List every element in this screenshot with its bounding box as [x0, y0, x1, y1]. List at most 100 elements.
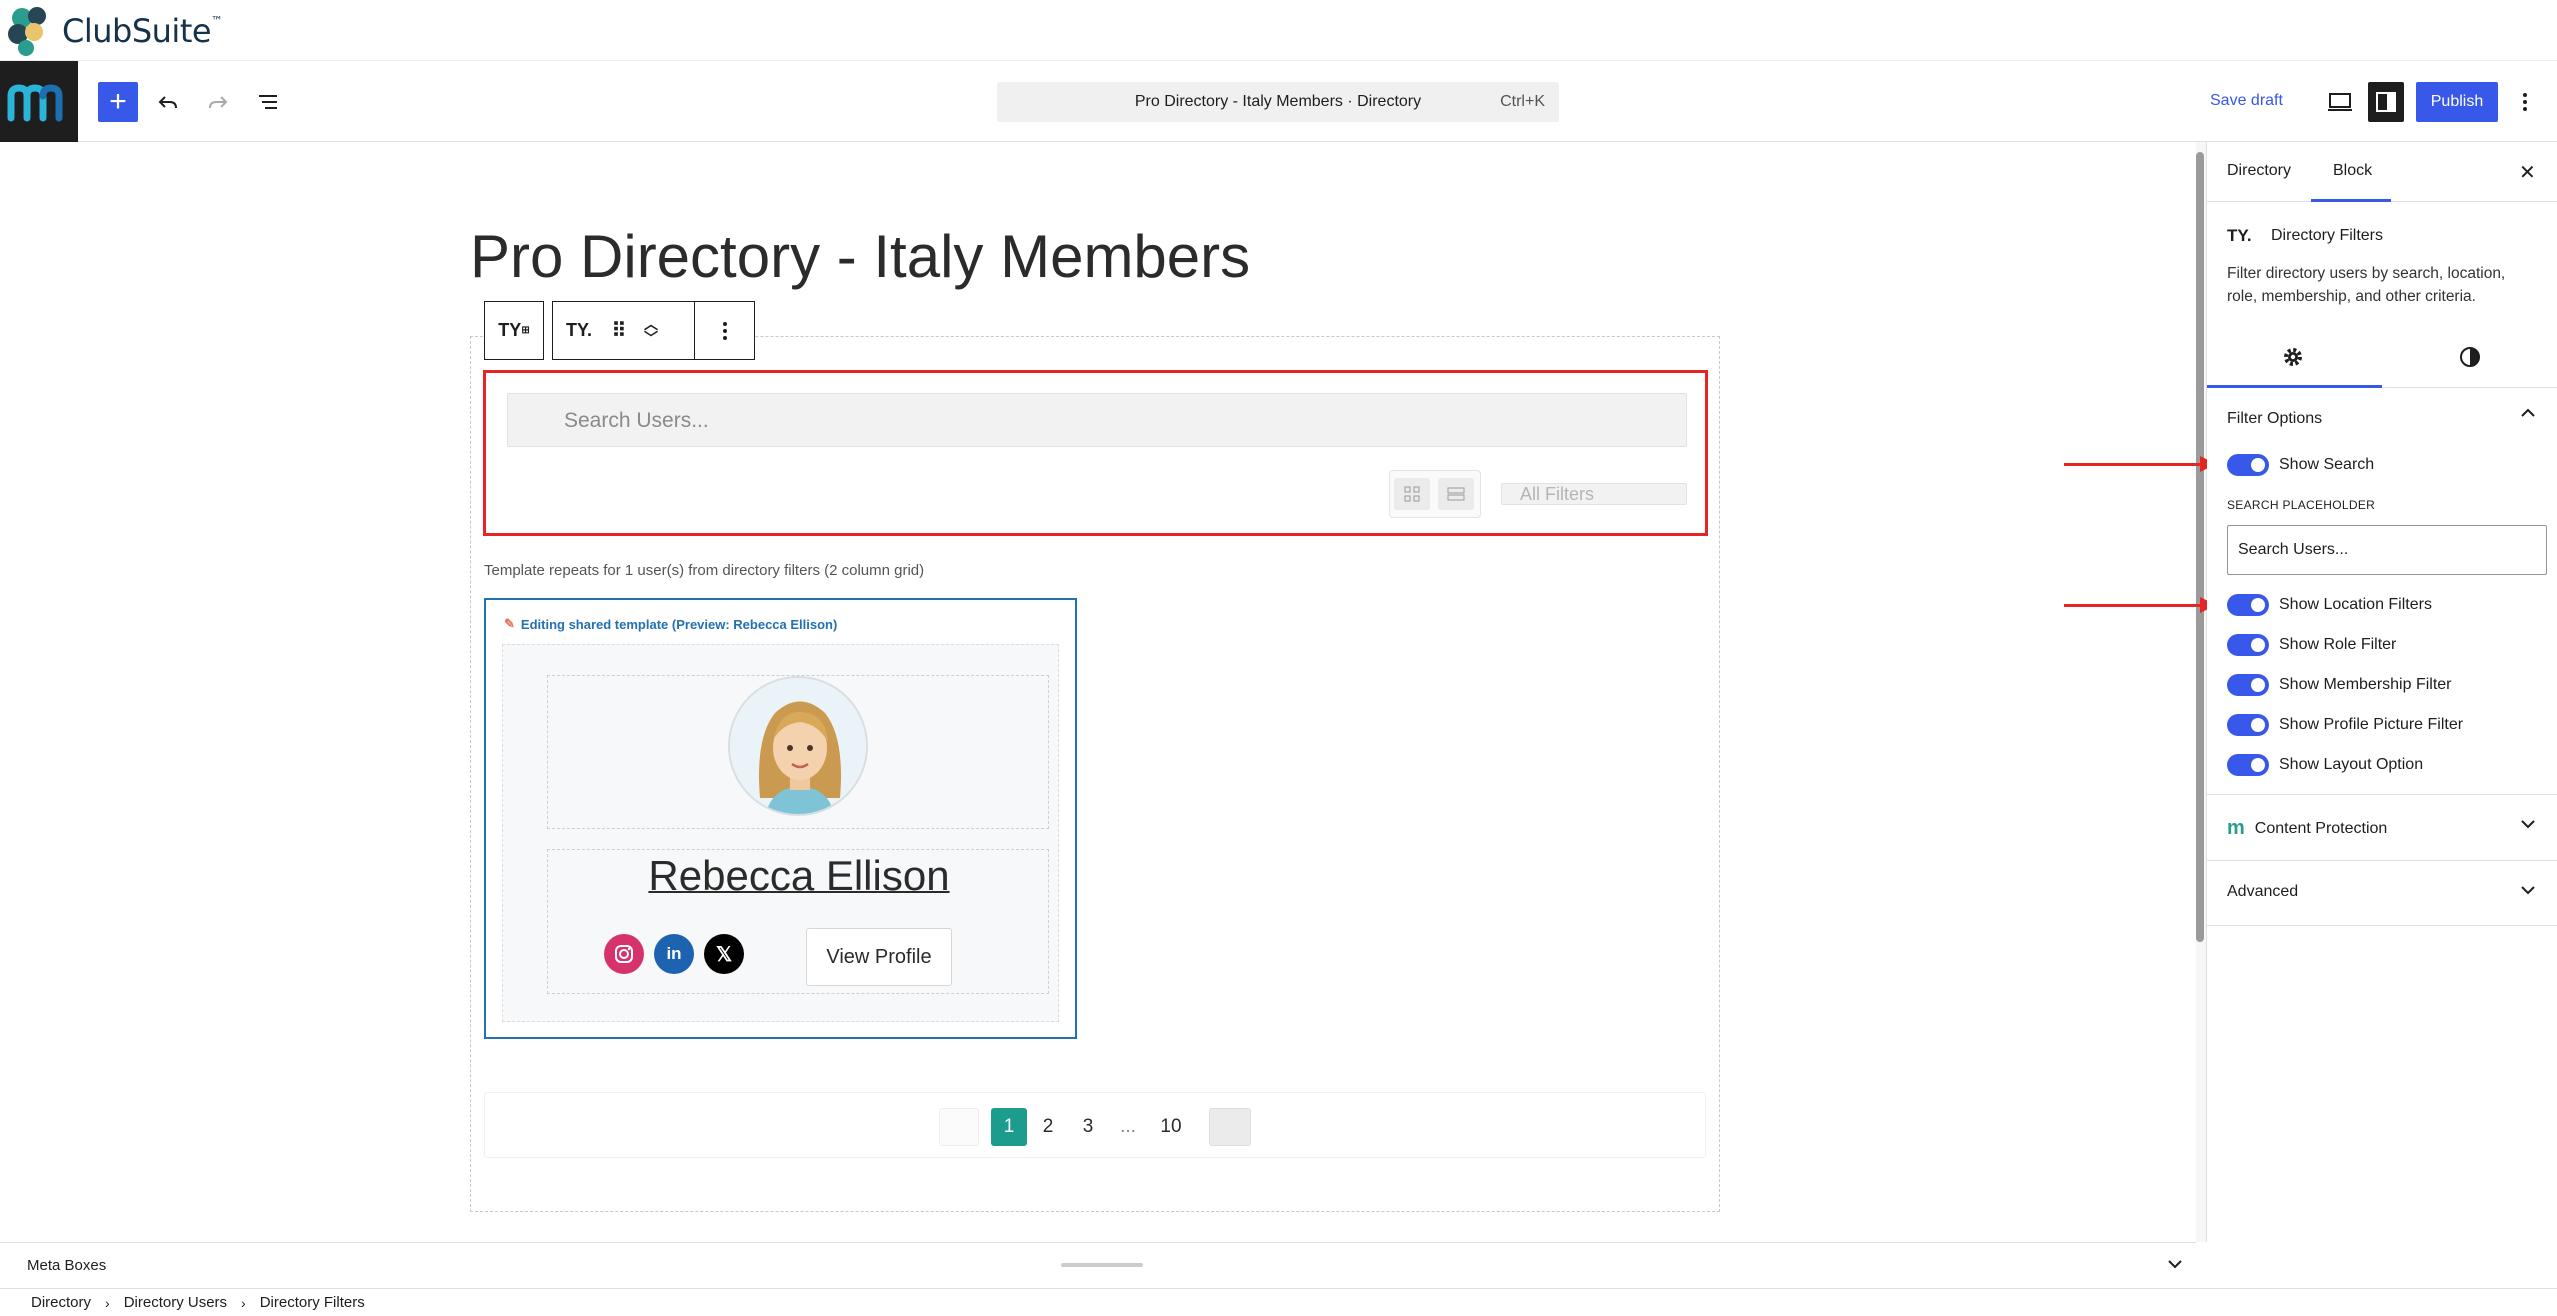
scrollbar-thumb[interactable]: [2196, 152, 2204, 942]
list-view-icon: [259, 95, 277, 109]
gear-icon[interactable]: [2282, 346, 2304, 373]
command-palette-bar[interactable]: Pro Directory - Italy Members · Director…: [997, 82, 1559, 122]
directory-filters-icon: TY.: [2227, 226, 2252, 245]
chevron-right-icon: ›: [105, 1294, 110, 1311]
page-2-button[interactable]: 2: [1033, 1108, 1063, 1146]
chevron-down-icon[interactable]: [2519, 815, 2537, 838]
document-title: Pro Directory - Italy Members · Director…: [1134, 93, 1422, 110]
close-icon[interactable]: ✕: [2519, 160, 2536, 185]
move-up-down-icon[interactable]: ︿ ﹀: [633, 302, 669, 359]
active-subtab-indicator: [2207, 385, 2382, 388]
page-3-button[interactable]: 3: [1073, 1108, 1103, 1146]
toggle-show-profile-picture-filter[interactable]: Show Profile Picture Filter: [2227, 714, 2463, 736]
settings-sidebar: Directory Block ✕ TY. Directory Filters …: [2207, 142, 2557, 1242]
search-placeholder-label: SEARCH PLACEHOLDER: [2227, 498, 2376, 512]
block-toolbar: TY ⊞ TY. ⠿ ︿ ﹀: [484, 301, 755, 360]
block-card-description: Filter directory users by search, locati…: [2227, 265, 2506, 305]
toggle-show-role-filter[interactable]: Show Role Filter: [2227, 634, 2396, 656]
block-inserter-button[interactable]: +: [98, 82, 138, 122]
editor-header: + Pro Directory - Italy Members · Direct…: [0, 61, 2557, 142]
toggle-switch[interactable]: [2227, 754, 2269, 776]
meta-boxes-panel[interactable]: Meta Boxes: [0, 1242, 2196, 1288]
block-options-button[interactable]: [695, 301, 755, 360]
sidebar-tabs: Directory Block ✕: [2207, 142, 2557, 202]
pencil-icon: ✎: [504, 616, 515, 631]
search-input[interactable]: Search Users...: [507, 393, 1687, 447]
toggle-switch[interactable]: [2227, 634, 2269, 656]
toggle-show-membership-filter[interactable]: Show Membership Filter: [2227, 674, 2452, 696]
sidebar-icon: [2376, 92, 2396, 112]
plus-icon: +: [109, 85, 127, 118]
tab-directory[interactable]: Directory: [2227, 162, 2291, 180]
member-info-block[interactable]: Rebecca Ellison in 𝕏 View Profile: [547, 849, 1049, 994]
avatar: [728, 676, 868, 816]
breadcrumb-item[interactable]: Directory: [31, 1294, 91, 1311]
page-1-button[interactable]: 1: [991, 1108, 1027, 1146]
member-name-link[interactable]: Rebecca Ellison: [548, 852, 1050, 900]
search-placeholder: Search Users...: [564, 409, 709, 432]
more-vertical-icon: [2523, 93, 2527, 111]
annotation-arrow: [2064, 597, 2216, 613]
preview-button[interactable]: [2320, 82, 2360, 122]
grid-layout-button[interactable]: [1394, 478, 1430, 510]
toggle-switch[interactable]: [2227, 594, 2269, 616]
redo-icon: [209, 96, 228, 109]
template-note: Template repeats for 1 user(s) from dire…: [484, 562, 925, 579]
next-page-button[interactable]: [1209, 1108, 1251, 1146]
template-inner: Rebecca Ellison in 𝕏 View Profile: [502, 644, 1059, 1022]
advanced-panel[interactable]: Advanced: [2207, 860, 2557, 926]
list-layout-button[interactable]: [1438, 478, 1474, 510]
x-icon[interactable]: 𝕏: [704, 934, 744, 974]
page-title[interactable]: Pro Directory - Italy Members: [470, 222, 1250, 291]
toggle-switch[interactable]: [2227, 714, 2269, 736]
publish-button[interactable]: Publish: [2416, 82, 2498, 122]
toggle-show-search[interactable]: Show Search: [2227, 454, 2374, 476]
content-protection-panel[interactable]: m Content Protection: [2207, 794, 2557, 860]
layout-toggle[interactable]: [1389, 470, 1481, 518]
site-logo-button[interactable]: [0, 61, 78, 142]
filter-options-panel-title[interactable]: Filter Options: [2227, 410, 2322, 428]
directory-filters-block[interactable]: Search Users... All Filters: [483, 370, 1708, 536]
toggle-switch[interactable]: [2227, 674, 2269, 696]
chevron-down-icon[interactable]: [2519, 881, 2537, 904]
m-logo-icon: m: [2227, 817, 2245, 839]
grid-icon: [1404, 486, 1420, 502]
search-placeholder-field[interactable]: Search Users...: [2227, 525, 2547, 575]
linkedin-icon[interactable]: in: [654, 934, 694, 974]
toggle-switch[interactable]: [2227, 454, 2269, 476]
pagination-ellipsis: ...: [1120, 1116, 1136, 1137]
template-label: ✎ Editing shared template (Preview: Rebe…: [504, 616, 838, 632]
toggle-show-location-filters[interactable]: Show Location Filters: [2227, 594, 2432, 616]
drag-handle-icon[interactable]: ⠿: [605, 302, 633, 359]
instagram-icon[interactable]: [604, 934, 644, 974]
save-draft-button[interactable]: Save draft: [2210, 92, 2283, 110]
annotation-arrow: [2064, 456, 2216, 472]
directory-users-icon: TY ⊞: [498, 320, 530, 340]
toggle-show-layout-option[interactable]: Show Layout Option: [2227, 754, 2423, 776]
breadcrumb-item[interactable]: Directory Filters: [260, 1294, 365, 1311]
chevron-right-icon: ›: [241, 1294, 246, 1311]
options-menu-button[interactable]: [2510, 82, 2540, 122]
more-vertical-icon: [695, 302, 754, 359]
styles-contrast-icon[interactable]: [2459, 346, 2481, 373]
user-template-card[interactable]: ✎ Editing shared template (Preview: Rebe…: [484, 598, 1077, 1039]
resize-handle[interactable]: [1061, 1263, 1143, 1267]
view-profile-button[interactable]: View Profile: [806, 928, 952, 986]
undo-button[interactable]: [148, 82, 188, 122]
avatar-block[interactable]: [547, 675, 1049, 829]
all-filters-button[interactable]: All Filters: [1501, 483, 1687, 505]
settings-styles-tabs: [2207, 330, 2557, 388]
directory-filters-icon[interactable]: TY.: [553, 302, 605, 359]
redo-button[interactable]: [198, 82, 238, 122]
previous-page-button[interactable]: [939, 1108, 979, 1146]
document-overview-button[interactable]: [248, 82, 288, 122]
command-shortcut: Ctrl+K: [1500, 93, 1545, 110]
active-tab-indicator: [2311, 199, 2391, 202]
chevron-up-icon[interactable]: [2519, 404, 2537, 427]
breadcrumb-item[interactable]: Directory Users: [124, 1294, 227, 1311]
parent-block-selector[interactable]: TY ⊞: [484, 301, 544, 360]
tab-block[interactable]: Block: [2333, 162, 2372, 180]
chevron-down-icon[interactable]: [2166, 1255, 2184, 1278]
page-10-button[interactable]: 10: [1151, 1108, 1191, 1146]
settings-toggle-button[interactable]: [2368, 82, 2404, 122]
